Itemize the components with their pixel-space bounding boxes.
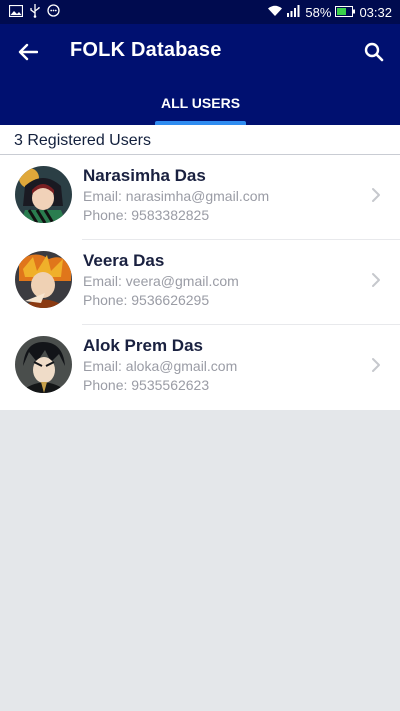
avatar: [15, 336, 72, 393]
user-phone: Phone: 9583382825: [83, 207, 210, 223]
avatar: [15, 166, 72, 223]
status-time: 03:32: [359, 4, 392, 20]
tab-all-users[interactable]: ALL USERS: [155, 80, 246, 125]
arrow-left-icon: [18, 43, 38, 61]
user-name: Alok Prem Das: [83, 336, 203, 355]
user-phone: Phone: 9535562623: [83, 377, 210, 393]
signal-icon: [287, 4, 301, 20]
messenger-icon: [47, 4, 60, 20]
back-button[interactable]: [14, 38, 42, 66]
wifi-icon: [267, 5, 283, 20]
avatar: [15, 251, 72, 308]
user-email: Email: narasimha@gmail.com: [83, 188, 270, 204]
page-title: FOLK Database: [70, 39, 222, 61]
user-email: Email: aloka@gmail.com: [83, 358, 238, 374]
user-email: Email: veera@gmail.com: [83, 273, 239, 289]
tab-bar: ALL USERS: [0, 80, 400, 125]
user-phone: Phone: 9536626295: [83, 292, 210, 308]
registered-count-text: 3 Registered Users: [14, 131, 151, 149]
search-button[interactable]: [360, 38, 388, 66]
list-item[interactable]: Narasimha Das Email: narasimha@gmail.com…: [0, 155, 400, 240]
user-list: Narasimha Das Email: narasimha@gmail.com…: [0, 155, 400, 410]
chevron-right-icon: [372, 358, 380, 372]
list-item[interactable]: Alok Prem Das Email: aloka@gmail.com Pho…: [0, 325, 400, 410]
battery-percent: 58%: [305, 4, 332, 20]
registered-count-bar: 3 Registered Users: [0, 125, 400, 155]
image-icon: [8, 4, 24, 20]
chevron-right-icon: [372, 188, 380, 202]
usb-icon: [29, 3, 41, 21]
app-bar: FOLK Database: [0, 24, 400, 80]
chevron-right-icon: [372, 273, 380, 287]
status-bar-left: [8, 3, 60, 21]
battery-icon: [335, 5, 356, 20]
user-name: Veera Das: [83, 251, 165, 270]
status-bar-right: 58% 03:32: [267, 4, 392, 20]
search-icon: [364, 42, 384, 62]
status-bar: 58% 03:32: [0, 0, 400, 24]
list-item[interactable]: Veera Das Email: veera@gmail.com Phone: …: [0, 240, 400, 325]
user-name: Narasimha Das: [83, 166, 206, 185]
